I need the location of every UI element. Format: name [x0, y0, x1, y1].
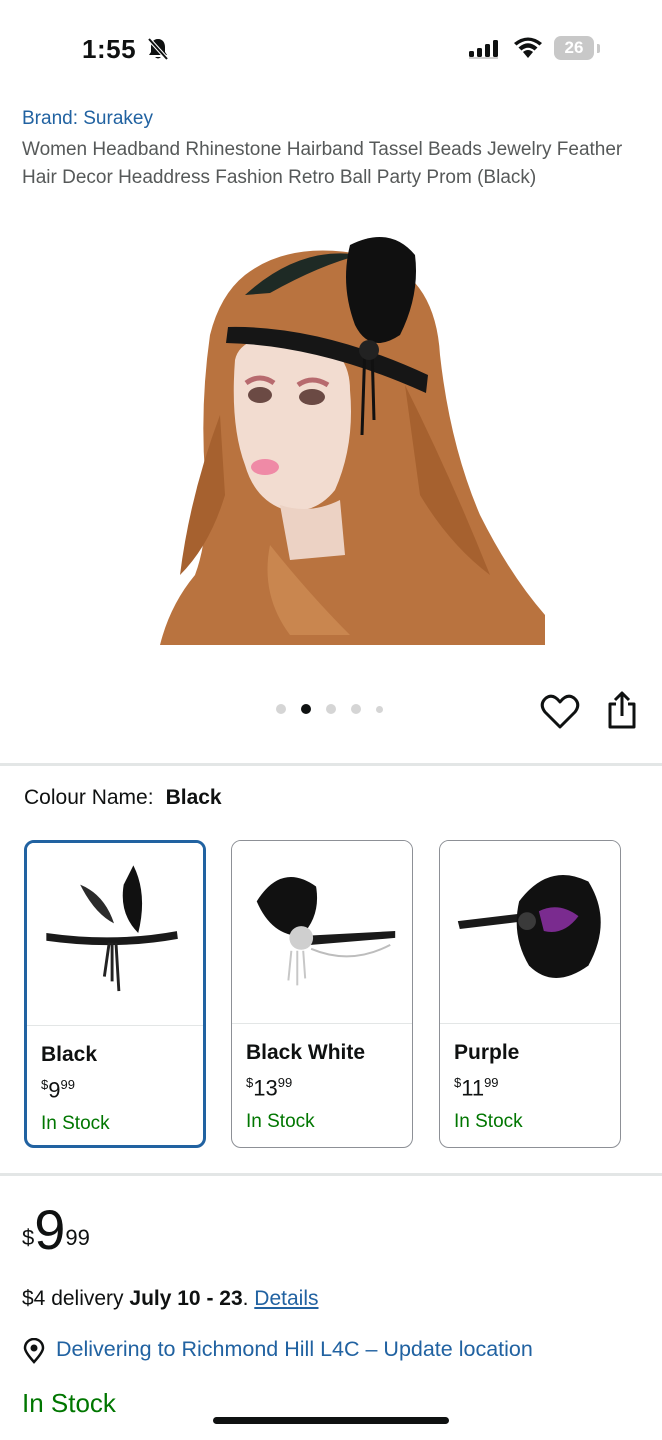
- colour-value: Black: [165, 786, 222, 809]
- wifi-icon: [514, 37, 542, 58]
- stock-status: In Stock: [22, 1388, 116, 1418]
- battery-indicator: 26: [554, 36, 594, 60]
- colour-name-row: Colour Name: Black: [24, 786, 222, 810]
- variant-name: Purple: [454, 1041, 520, 1064]
- battery-level: 26: [564, 38, 584, 57]
- section-divider: [0, 763, 662, 766]
- variant-image: [27, 843, 203, 1026]
- delivery-info: $4 delivery July 10 - 23. Details: [22, 1287, 319, 1310]
- carousel-dot-active[interactable]: [301, 704, 311, 714]
- variant-swatch-black[interactable]: Black $999 In Stock: [24, 840, 206, 1148]
- variant-name: Black White: [246, 1041, 366, 1064]
- battery-tip: [597, 44, 600, 53]
- variant-image: [440, 841, 620, 1024]
- variant-stock: In Stock: [246, 1111, 315, 1132]
- product-title: Women Headband Rhinestone Hairband Tasse…: [22, 139, 623, 188]
- variant-image: [232, 841, 412, 1024]
- variant-swatch-purple[interactable]: Purple $1199 In Stock: [439, 840, 621, 1148]
- delivery-location-link[interactable]: Delivering to Richmond Hill L4C – Update…: [56, 1337, 533, 1362]
- cellular-signal-icon: [469, 40, 498, 59]
- buybox-price: $999: [22, 1198, 90, 1261]
- brand-link[interactable]: Brand: Surakey: [22, 108, 153, 130]
- details-link[interactable]: Details: [254, 1287, 318, 1310]
- carousel-dot[interactable]: [326, 704, 336, 714]
- status-time: 1:55: [82, 34, 137, 64]
- variant-stock: In Stock: [41, 1113, 110, 1134]
- home-indicator[interactable]: [213, 1417, 449, 1424]
- section-divider: [0, 1173, 662, 1176]
- bell-slash-icon: [147, 37, 169, 61]
- variant-price: $1199: [454, 1075, 499, 1101]
- status-bar: 1:55 26: [0, 0, 662, 100]
- variant-name: Black: [41, 1043, 98, 1066]
- variant-stock: In Stock: [454, 1111, 523, 1132]
- carousel-dot[interactable]: [351, 704, 361, 714]
- heart-icon[interactable]: [540, 694, 580, 730]
- location-pin-icon: [23, 1338, 45, 1364]
- carousel-dot[interactable]: [276, 704, 286, 714]
- product-image[interactable]: [150, 215, 550, 655]
- colour-label: Colour Name:: [24, 786, 154, 809]
- carousel-dot[interactable]: [376, 705, 383, 713]
- variant-price: $999: [41, 1077, 75, 1103]
- variant-swatch-black-white[interactable]: Black White $1399 In Stock: [231, 840, 413, 1148]
- variant-price: $1399: [246, 1075, 293, 1101]
- delivery-dates: July 10 - 23: [129, 1287, 243, 1310]
- share-icon[interactable]: [604, 690, 640, 730]
